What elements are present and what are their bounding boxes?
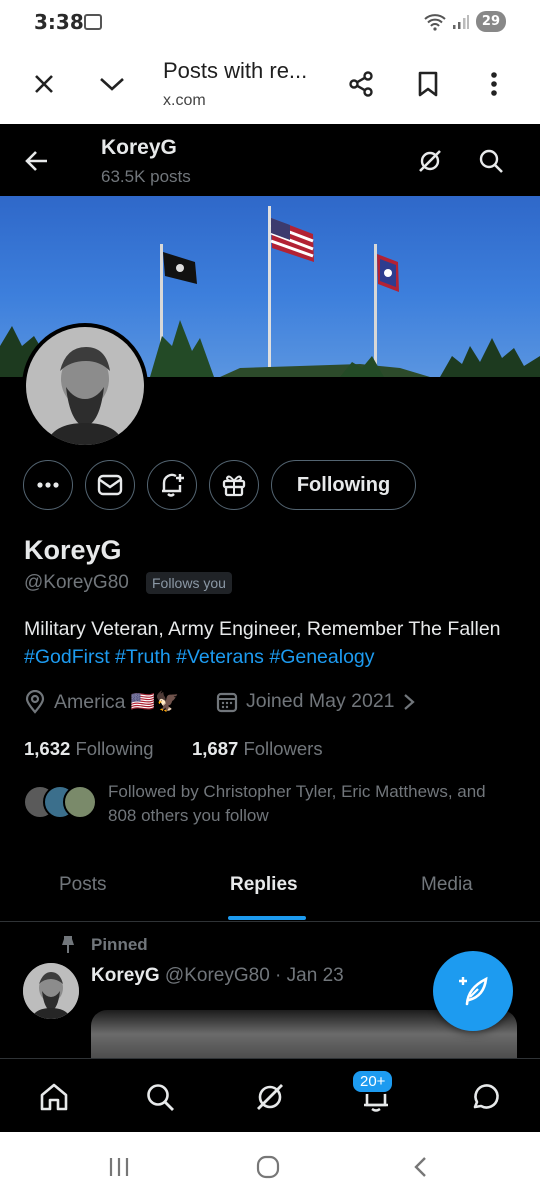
back-icon[interactable]: [400, 1152, 440, 1182]
location: America 🇺🇸🦅: [24, 690, 180, 714]
profile-avatar[interactable]: [22, 323, 148, 449]
close-icon[interactable]: [24, 64, 64, 104]
hashtag-link[interactable]: #Veterans: [176, 646, 264, 668]
profile-handle: @KoreyG80: [24, 572, 129, 593]
location-text: America 🇺🇸🦅: [54, 691, 180, 713]
profile-header: KoreyG 63.5K posts: [0, 124, 540, 196]
screenshot-icon: [84, 14, 102, 30]
following-label: Following: [75, 738, 154, 759]
active-tab-indicator: [228, 916, 306, 920]
header-post-count: 63.5K posts: [101, 167, 191, 186]
mail-icon: [97, 474, 123, 496]
notifications-badge: 20+: [351, 1069, 395, 1094]
grok-icon[interactable]: [411, 142, 449, 180]
feather-plus-icon: [459, 976, 488, 1006]
browser-bar: Posts with re... x.com: [0, 46, 540, 124]
more-horiz-icon: [37, 482, 59, 488]
bio-text: Military Veteran, Army Engineer, Remembe…: [24, 618, 501, 640]
avatar: [63, 785, 97, 819]
more-vert-icon[interactable]: [474, 64, 514, 104]
status-bar: 3:38 29: [0, 0, 540, 46]
profile-name: KoreyG: [24, 535, 122, 565]
chevron-down-icon[interactable]: [92, 64, 132, 104]
search-icon[interactable]: [472, 142, 510, 180]
grok-icon[interactable]: [248, 1075, 292, 1119]
page-url: x.com: [163, 92, 206, 109]
joined-date[interactable]: Joined May 2021: [216, 690, 415, 713]
status-right: 29: [424, 11, 506, 32]
battery-indicator: 29: [475, 11, 506, 32]
message-button[interactable]: [85, 460, 135, 510]
tab-posts[interactable]: Posts: [59, 874, 107, 896]
pin-icon: [62, 936, 74, 953]
pinned-label: Pinned: [91, 935, 148, 954]
following-count-link[interactable]: 1,632 Following: [24, 738, 154, 760]
system-navigation-bar: [0, 1132, 540, 1200]
following-count: 1,632: [24, 738, 71, 759]
notifications-subscribe-button[interactable]: [147, 460, 197, 510]
back-arrow-icon[interactable]: [18, 142, 56, 180]
post-author-handle: @KoreyG80: [164, 965, 270, 986]
page-title: Posts with re...: [163, 58, 308, 83]
bell-plus-icon: [162, 473, 184, 497]
search-icon[interactable]: [138, 1075, 182, 1119]
profile-bio: Military Veteran, Army Engineer, Remembe…: [24, 615, 504, 671]
more-options-button[interactable]: [23, 460, 73, 510]
post-date: · Jan 23: [275, 965, 344, 986]
location-pin-icon: [25, 690, 45, 714]
followers-label: Followers: [243, 738, 323, 759]
following-button[interactable]: Following: [271, 460, 416, 510]
bookmark-icon[interactable]: [408, 64, 448, 104]
tab-media[interactable]: Media: [421, 874, 473, 896]
status-time: 3:38: [34, 10, 84, 34]
followers-count-link[interactable]: 1,687 Followers: [192, 738, 323, 760]
hashtag-link[interactable]: #GodFirst: [24, 646, 110, 668]
mutual-followers-avatars[interactable]: [23, 785, 101, 821]
follows-you-badge: Follows you: [146, 572, 232, 594]
profile-tabs: Posts Replies Media: [0, 860, 540, 922]
signal-icon: [452, 14, 469, 29]
home-circle-icon[interactable]: [248, 1152, 288, 1182]
chevron-right-icon: [403, 693, 415, 710]
compose-post-button[interactable]: [433, 951, 513, 1031]
post-author-name[interactable]: KoreyG: [91, 965, 160, 986]
hashtag-link[interactable]: #Genealogy: [269, 646, 374, 668]
wifi-icon: [424, 13, 446, 31]
home-icon[interactable]: [32, 1075, 76, 1119]
followers-count: 1,687: [192, 738, 239, 759]
tab-replies[interactable]: Replies: [230, 874, 298, 896]
header-name: KoreyG: [101, 136, 177, 159]
gift-button[interactable]: [209, 460, 259, 510]
gift-icon: [222, 475, 246, 497]
calendar-icon: [216, 692, 238, 712]
bottom-navigation: 20+: [0, 1058, 540, 1132]
share-icon[interactable]: [341, 64, 381, 104]
joined-text: Joined May 2021: [246, 690, 395, 712]
followed-by-text[interactable]: Followed by Christopher Tyler, Eric Matt…: [108, 780, 508, 828]
recent-apps-icon[interactable]: [99, 1152, 139, 1182]
post-author-avatar[interactable]: [23, 963, 79, 1019]
messages-icon[interactable]: [463, 1075, 507, 1119]
hashtag-link[interactable]: #Truth: [115, 646, 171, 668]
post-header: KoreyG @KoreyG80 · Jan 23: [91, 965, 344, 987]
